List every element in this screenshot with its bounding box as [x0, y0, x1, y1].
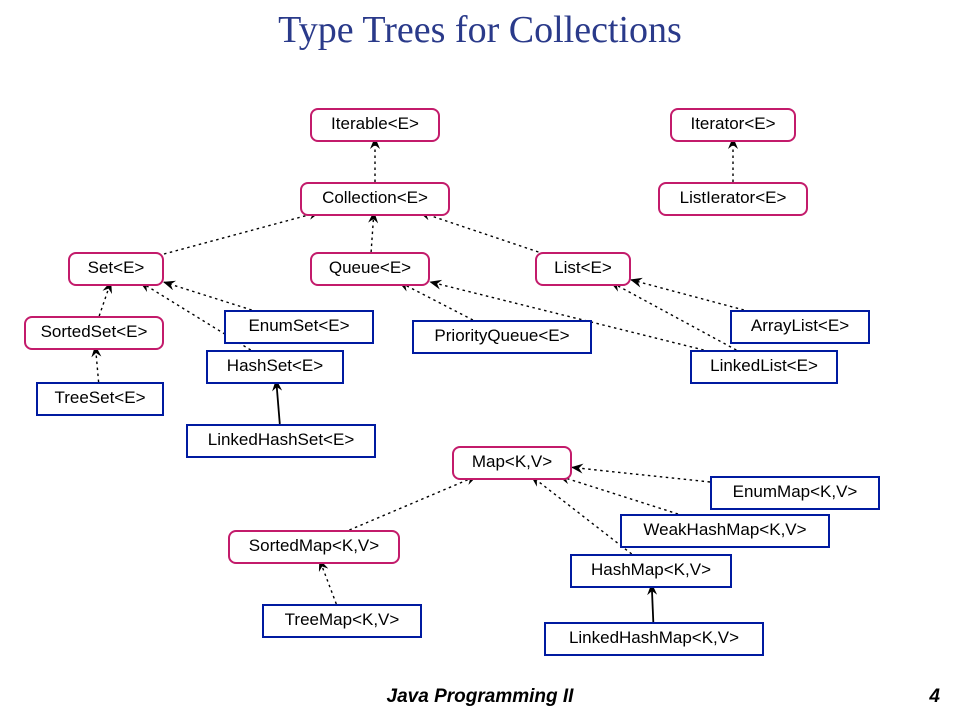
edge-linkedlist-to-list — [611, 282, 737, 350]
slide-title: Type Trees for Collections — [0, 8, 960, 52]
edge-queue-to-collection — [371, 212, 374, 252]
node-treemap: TreeMap<K,V> — [262, 604, 422, 638]
edge-list-to-collection — [420, 212, 539, 252]
node-enummap: EnumMap<K,V> — [710, 476, 880, 510]
edge-priorityqueue-to-queue — [399, 282, 473, 320]
edge-set-to-collection — [164, 212, 320, 254]
node-sortedset: SortedSet<E> — [24, 316, 164, 350]
node-hashset: HashSet<E> — [206, 350, 344, 384]
node-treeset: TreeSet<E> — [36, 382, 164, 416]
node-collection: Collection<E> — [300, 182, 450, 216]
node-listiterator: ListIerator<E> — [658, 182, 808, 216]
edge-linkedhashmap-to-hashmap — [652, 584, 654, 622]
node-sortedmap: SortedMap<K,V> — [228, 530, 400, 564]
node-queue: Queue<E> — [310, 252, 430, 286]
node-weakhashmap: WeakHashMap<K,V> — [620, 514, 830, 548]
node-map: Map<K,V> — [452, 446, 572, 480]
edge-linkedhashset-to-hashset — [276, 380, 280, 424]
node-iterable: Iterable<E> — [310, 108, 440, 142]
node-linkedlist: LinkedList<E> — [690, 350, 838, 384]
node-hashmap: HashMap<K,V> — [570, 554, 732, 588]
node-enumset: EnumSet<E> — [224, 310, 374, 344]
node-list: List<E> — [535, 252, 631, 286]
page-number: 4 — [929, 686, 940, 708]
node-linkedhashmap: LinkedHashMap<K,V> — [544, 622, 764, 656]
node-priorityqueue: PriorityQueue<E> — [412, 320, 592, 354]
node-set: Set<E> — [68, 252, 164, 286]
edge-sortedset-to-set — [99, 282, 111, 316]
node-iterator: Iterator<E> — [670, 108, 796, 142]
edge-treeset-to-sortedset — [95, 346, 98, 382]
edge-enummap-to-map — [572, 467, 710, 482]
node-arraylist: ArrayList<E> — [730, 310, 870, 344]
edge-enumset-to-set — [164, 282, 252, 310]
edge-weakhashmap-to-map — [559, 476, 678, 514]
edge-arraylist-to-list — [631, 280, 744, 310]
slide-footer: Java Programming II — [0, 686, 960, 708]
edge-sortedmap-to-map — [349, 476, 476, 530]
edge-treemap-to-sortedmap — [320, 560, 337, 604]
node-linkedhashset: LinkedHashSet<E> — [186, 424, 376, 458]
edge-hashmap-to-map — [531, 476, 631, 554]
